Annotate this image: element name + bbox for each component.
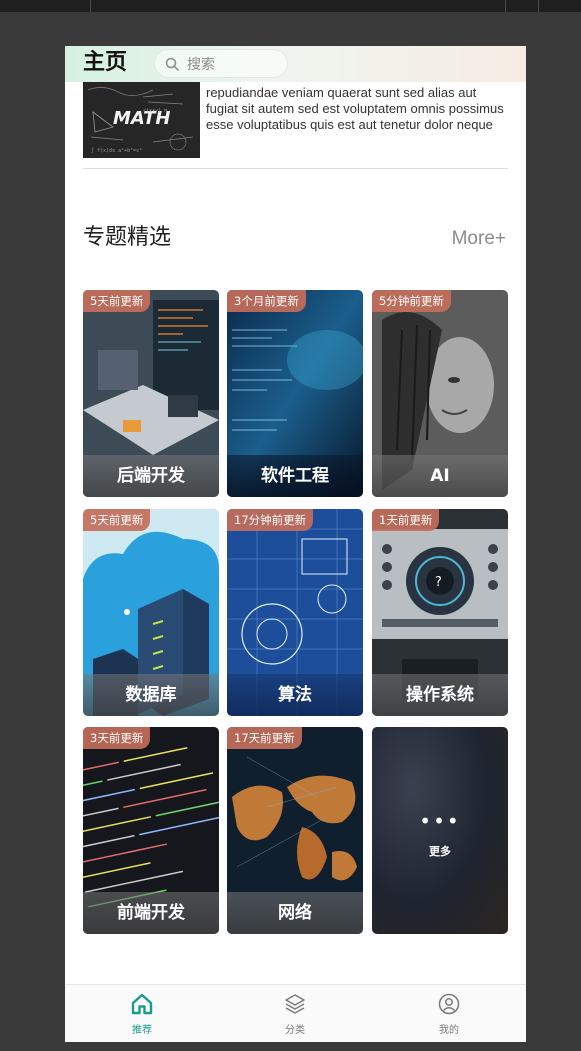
topic-card-algorithm[interactable]: 17分钟前更新 算法	[227, 509, 363, 716]
bottom-tab-bar: 推荐 分类 我的	[65, 984, 526, 1042]
section-title: 专题精选	[83, 225, 172, 250]
update-badge: 5分钟前更新	[372, 290, 451, 312]
more-link[interactable]: More+	[452, 226, 506, 252]
more-dots-icon: •••	[419, 809, 461, 833]
topic-label: 前端开发	[117, 903, 185, 923]
tab-label: 我的	[439, 1025, 459, 1036]
tab-category[interactable]: 分类	[240, 985, 350, 1042]
update-badge: 17分钟前更新	[227, 509, 314, 531]
topic-card-ai[interactable]: 5分钟前更新 AI	[372, 290, 508, 497]
search-icon	[165, 57, 179, 71]
topic-label: 数据库	[125, 685, 177, 705]
topic-label: 网络	[278, 903, 312, 923]
article-item[interactable]: MATH ∫ f(x)dx a²+b²=c² √(x+y) π repudian…	[83, 82, 508, 158]
topic-label: AI	[430, 466, 450, 486]
topic-label: 软件工程	[261, 466, 329, 486]
window-top-strip	[0, 0, 581, 12]
strip-divider	[90, 0, 91, 12]
math-chalkboard-image: MATH ∫ f(x)dx a²+b²=c² √(x+y) π	[83, 82, 200, 158]
tab-mine[interactable]: 我的	[394, 985, 504, 1042]
update-badge: 5天前更新	[83, 509, 151, 531]
page-title: 主页	[83, 50, 128, 75]
topic-label: 后端开发	[117, 466, 185, 486]
topic-label: 算法	[278, 685, 312, 705]
tab-recommend[interactable]: 推荐	[87, 985, 197, 1042]
topic-card-database[interactable]: 5天前更新 数据库	[83, 509, 219, 716]
update-badge: 1天前更新	[372, 509, 440, 531]
topic-card-network[interactable]: 17天前更新 网络	[227, 727, 363, 934]
update-badge: 5天前更新	[83, 290, 151, 312]
divider	[83, 168, 508, 169]
topic-card-backend[interactable]: 5天前更新 后端开发	[83, 290, 219, 497]
tab-label: 推荐	[132, 1025, 152, 1036]
svg-text:?: ?	[435, 575, 442, 590]
more-topics-card[interactable]: ••• 更多	[372, 727, 508, 934]
topic-card-os[interactable]: ? 1天前更新 操作系统	[372, 509, 508, 716]
layers-icon	[285, 994, 305, 1014]
header-bar: 主页 搜索	[65, 46, 526, 82]
update-badge: 17天前更新	[227, 727, 302, 749]
topic-card-frontend[interactable]: 3天前更新 前端开发	[83, 727, 219, 934]
update-badge: 3个月前更新	[227, 290, 306, 312]
topic-label: 操作系统	[406, 685, 474, 705]
update-badge: 3天前更新	[83, 727, 151, 749]
topic-card-software-engineering[interactable]: 3个月前更新 软件工程	[227, 290, 363, 497]
svg-text:∫ f(x)dx a²+b²=c²: ∫ f(x)dx a²+b²=c²	[91, 147, 142, 154]
strip-divider	[505, 0, 506, 12]
more-label: 更多	[429, 845, 451, 858]
article-excerpt: repudiandae veniam quaerat sunt sed alia…	[206, 85, 504, 132]
search-box[interactable]: 搜索	[154, 49, 288, 78]
strip-divider	[538, 0, 539, 12]
user-icon	[438, 993, 460, 1015]
search-placeholder: 搜索	[187, 56, 215, 73]
app-screen: 主页 搜索 MATH ∫ f(x)dx a²+b²=c² √(x+y) π re…	[65, 46, 526, 1042]
svg-text:√(x+y) π: √(x+y) π	[143, 108, 167, 114]
tab-label: 分类	[285, 1025, 305, 1036]
home-icon	[131, 993, 153, 1015]
